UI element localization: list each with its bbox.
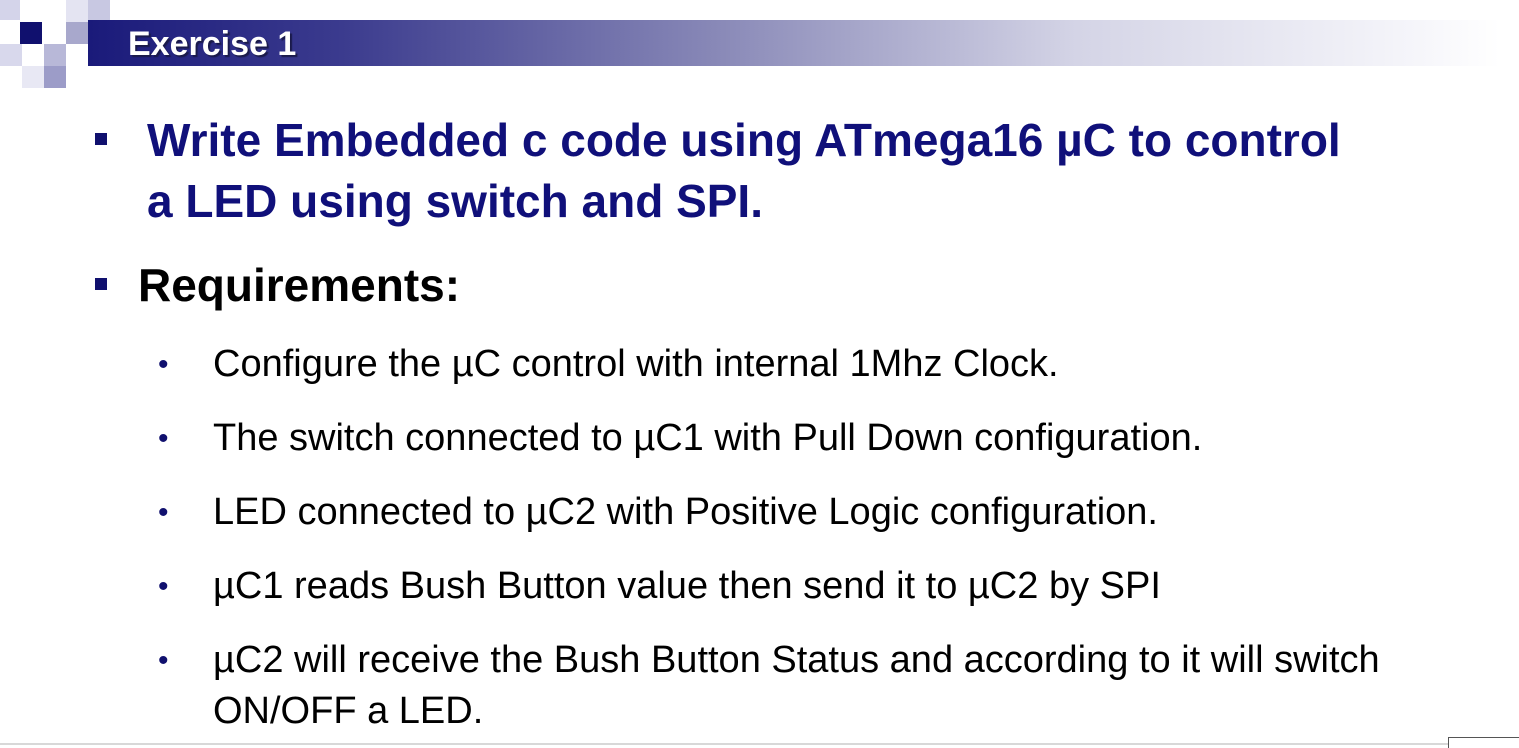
dot-bullet-icon: • [158,570,169,603]
requirement-item: Configure the µC control with internal 1… [213,343,1059,385]
decor-square [44,44,66,66]
square-bullet-icon [95,278,107,290]
requirements-heading: Requirements: [138,259,461,311]
decor-square [22,66,44,88]
exercise-description: Write Embedded c code using ATmega16 µC … [147,114,1341,227]
decor-square [66,0,88,22]
dot-bullet-icon: • [158,644,169,677]
requirement-item: µC1 reads Bush Button value then send it… [213,565,1161,607]
slide: Exercise 1 Write Embedded c code using A… [0,0,1519,748]
square-bullet-icon [95,133,107,145]
decor-square [0,44,22,66]
dot-bullet-icon: • [158,496,169,529]
decor-square [20,22,42,44]
bottom-divider [0,743,1519,745]
title-bar [88,20,1500,66]
corner-box [1448,737,1519,748]
decor-square [88,0,110,20]
decor-square [66,22,88,44]
slide-title: Exercise 1 [128,25,297,63]
requirement-item: LED connected to µC2 with Positive Logic… [213,491,1158,533]
requirement-item: µC2 will receive the Bush Button Status … [213,639,1380,732]
decor-square [44,66,66,88]
dot-bullet-icon: • [158,422,169,455]
decor-square [0,0,20,20]
requirement-item: The switch connected to µC1 with Pull Do… [213,417,1203,459]
dot-bullet-icon: • [158,348,169,381]
